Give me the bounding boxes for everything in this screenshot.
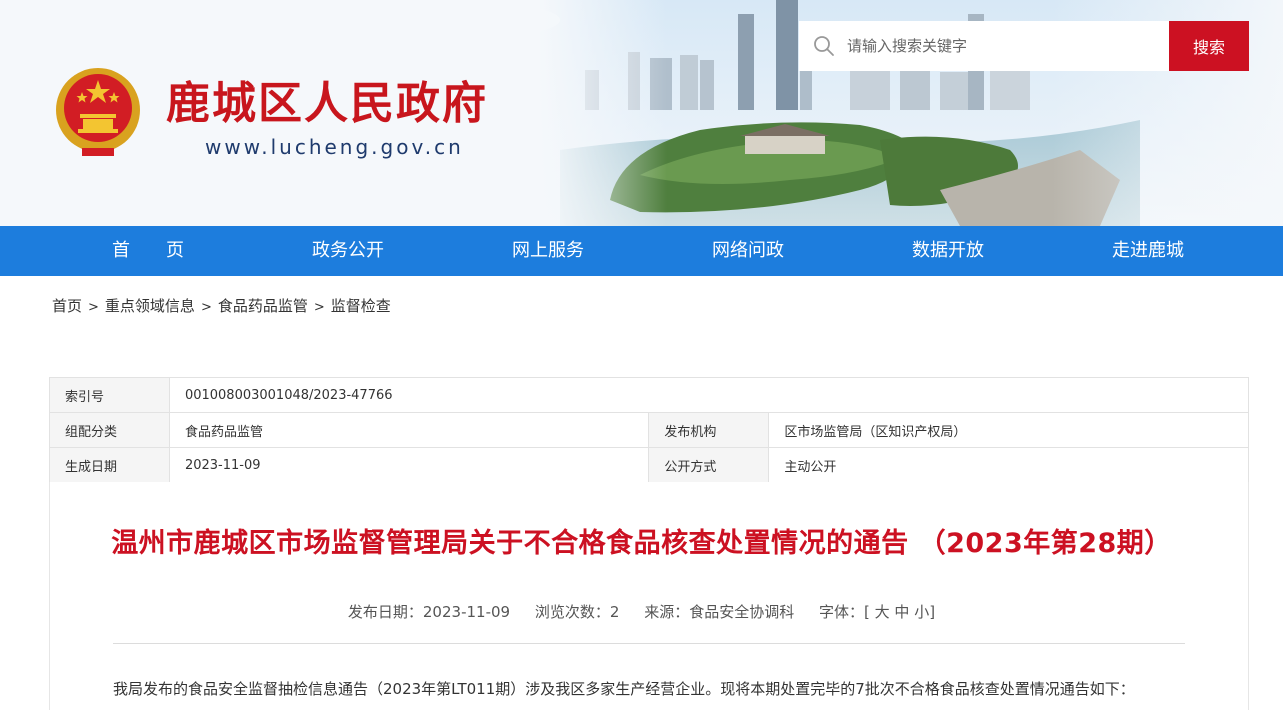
font-size-control: 字体：[ 大 中 小]	[819, 603, 935, 621]
publisher-label: 发布机构	[648, 412, 770, 448]
article-title: 温州市鹿城区市场监督管理局关于不合格食品核查处置情况的通告 （2023年第28期…	[111, 528, 1172, 559]
breadcrumb: 首页 > 重点领域信息 > 食品药品监管 > 监督检查	[52, 294, 391, 318]
site-title: 鹿城区人民政府	[166, 78, 488, 129]
index-label: 索引号	[49, 377, 170, 413]
nav-item-online-inquiry[interactable]: 网络问政	[648, 226, 848, 276]
breadcrumb-inspection[interactable]: 监督检查	[331, 297, 391, 315]
font-size-medium-link[interactable]: 中	[894, 603, 909, 621]
font-size-label: 字体：[	[818, 603, 870, 621]
nav-item-open-data[interactable]: 数据开放	[848, 226, 1048, 276]
breadcrumb-food-drug[interactable]: 食品药品监管	[218, 297, 308, 315]
article-body-paragraph: 我局发布的食品安全监督抽检信息通告（2023年第LT011期）涉及我区多家生产经…	[113, 680, 1135, 698]
nav-item-about-lucheng[interactable]: 走进鹿城	[1048, 226, 1248, 276]
publish-date: 发布日期：2023-11-09	[347, 603, 511, 621]
category-label: 组配分类	[49, 412, 170, 448]
nav-item-home[interactable]: 首 页	[48, 226, 248, 276]
search-button[interactable]: 搜索	[1169, 21, 1249, 71]
breadcrumb-separator: >	[88, 300, 99, 315]
disclosure-value: 主动公开	[768, 447, 1249, 483]
search-box	[799, 21, 1169, 71]
table-row: 生成日期 2023-11-09 公开方式 主动公开	[49, 447, 1249, 483]
site-url: www.lucheng.gov.cn	[205, 135, 464, 159]
search-input[interactable]	[847, 26, 1157, 66]
article-source: 来源：食品安全协调科	[644, 603, 795, 621]
nav-item-online-services[interactable]: 网上服务	[448, 226, 648, 276]
view-count: 浏览次数：2	[534, 603, 620, 621]
search-icon	[814, 36, 834, 56]
nav-item-government-affairs[interactable]: 政务公开	[248, 226, 448, 276]
font-size-bracket: ]	[929, 603, 936, 621]
main-nav: 首 页 政务公开 网上服务 网络问政 数据开放 走进鹿城	[0, 226, 1283, 276]
font-size-large-link[interactable]: 大	[875, 603, 890, 621]
created-date-value: 2023-11-09	[168, 447, 650, 483]
table-row: 组配分类 食品药品监管 发布机构 区市场监管局（区知识产权局）	[49, 412, 1249, 448]
divider	[113, 643, 1185, 644]
font-size-small-link[interactable]: 小	[914, 603, 929, 621]
header-banner: 鹿城区人民政府 www.lucheng.gov.cn 搜索	[0, 0, 1283, 226]
article-meta: 发布日期：2023-11-09 浏览次数：2 来源：食品安全协调科 字体：[ 大…	[0, 600, 1283, 624]
publisher-value: 区市场监管局（区知识产权局）	[768, 412, 1249, 448]
category-value: 食品药品监管	[168, 412, 650, 448]
breadcrumb-separator: >	[313, 300, 325, 315]
table-row: 索引号 001008003001048/2023-47766	[49, 377, 1250, 413]
index-value: 001008003001048/2023-47766	[168, 377, 1250, 413]
breadcrumb-home[interactable]: 首页	[52, 297, 82, 315]
breadcrumb-separator: >	[200, 300, 212, 315]
breadcrumb-key-info[interactable]: 重点领域信息	[105, 297, 195, 315]
national-emblem-icon	[56, 68, 140, 156]
document-meta-table: 索引号 001008003001048/2023-47766 组配分类 食品药品…	[49, 377, 1250, 483]
created-date-label: 生成日期	[49, 447, 170, 483]
disclosure-label: 公开方式	[648, 447, 770, 483]
